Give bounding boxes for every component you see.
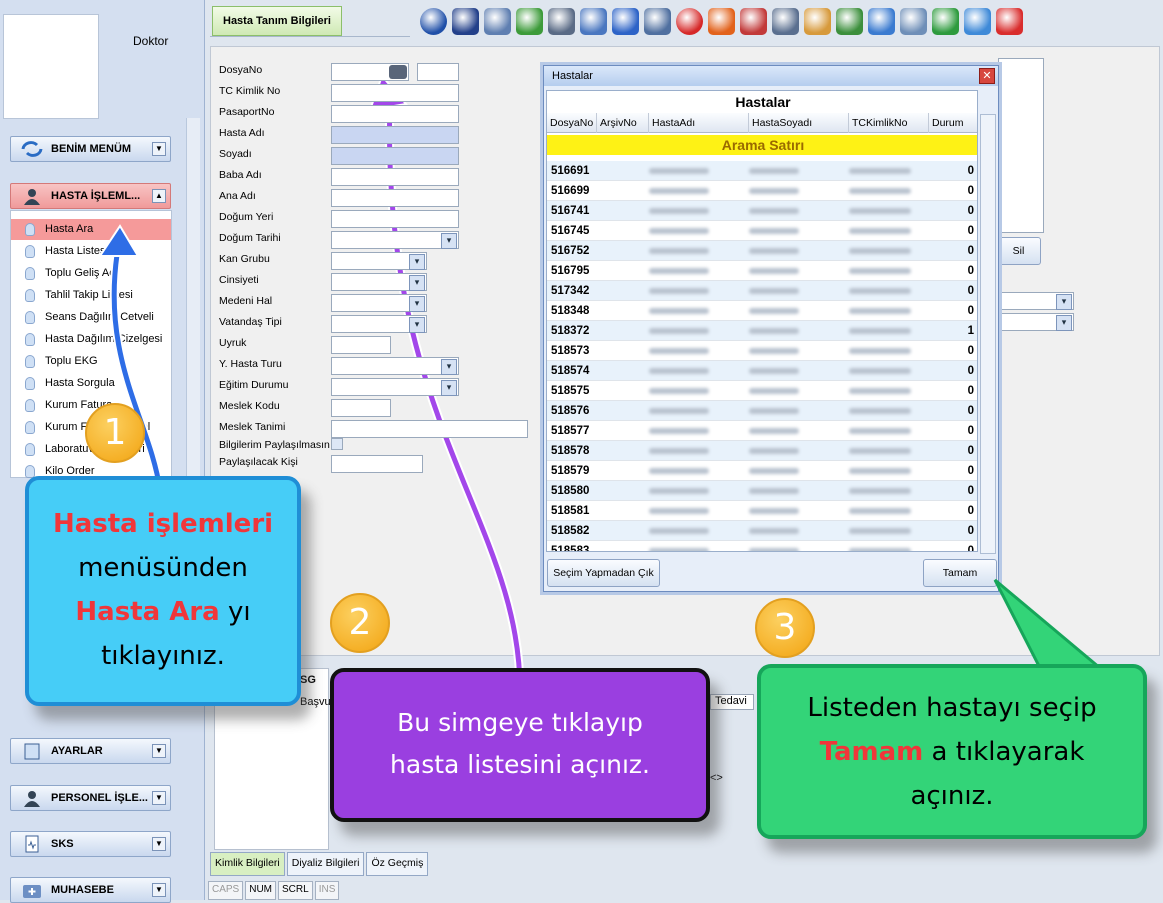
form-field[interactable] <box>331 189 459 207</box>
form-label: Eğitim Durumu <box>219 379 289 391</box>
form-label: Y. Hasta Turu <box>219 358 282 370</box>
callout1-line2: menüsünden <box>78 553 248 583</box>
patient-list-icon[interactable] <box>389 65 407 79</box>
callout3-line3: açınız. <box>910 781 994 811</box>
callout1-red1: Hasta işlemleri <box>52 509 274 539</box>
callout2-line2: hasta listesini açınız. <box>390 750 650 779</box>
form-field[interactable] <box>331 168 459 186</box>
callout-step-1: Hasta işlemleri menüsünden Hasta Ara yı … <box>25 476 301 706</box>
dosyano-extra-field[interactable] <box>417 63 459 81</box>
form-field[interactable] <box>331 231 459 249</box>
form-field[interactable] <box>331 105 459 123</box>
form-label: Meslek Tanimi <box>219 421 286 433</box>
form-field[interactable] <box>331 210 459 228</box>
form-label: Baba Adı <box>219 169 262 181</box>
form-label: Bilgilerim Paylaşılmasın <box>219 439 330 451</box>
form-label: Cinsiyeti <box>219 274 259 286</box>
step-badge-3: 3 <box>755 598 815 658</box>
callout1-suffix: yı <box>219 597 251 627</box>
form-field[interactable] <box>331 399 391 417</box>
callout1-red2: Hasta Ara <box>75 597 220 627</box>
form-label: Medeni Hal <box>219 295 273 307</box>
form-label: DosyaNo <box>219 64 263 76</box>
form-field[interactable] <box>331 294 427 312</box>
form-field[interactable] <box>331 336 391 354</box>
form-field[interactable] <box>331 420 528 438</box>
callout-step-3: Listeden hastayı seçip Tamam a tıklayara… <box>757 664 1147 839</box>
form-label: Vatandaş Tipi <box>219 316 282 328</box>
form-field[interactable] <box>331 357 459 375</box>
form-label: Kan Grubu <box>219 253 270 265</box>
callout3-line2: a tıklayarak <box>923 737 1085 767</box>
form-field[interactable] <box>331 252 427 270</box>
form-label: Soyadı <box>219 148 252 160</box>
form-label: Doğum Yeri <box>219 211 274 223</box>
callout2-line1: Bu simgeye tıklayıp <box>397 708 643 737</box>
form-field[interactable] <box>331 378 459 396</box>
form-label: TC Kimlik No <box>219 85 281 97</box>
share-checkbox[interactable] <box>331 438 343 450</box>
form-field[interactable] <box>331 84 459 102</box>
form-field[interactable] <box>331 273 427 291</box>
callout1-line4: tıklayınız. <box>101 641 225 671</box>
form-field[interactable] <box>331 455 423 473</box>
form-label: PasaportNo <box>219 106 275 118</box>
form-label: Ana Adı <box>219 190 256 202</box>
form-label: Paylaşılacak Kişi <box>219 456 298 468</box>
form-label: Hasta Adı <box>219 127 265 139</box>
callout3-line1: Listeden hastayı seçip <box>807 693 1097 723</box>
step-badge-1: 1 <box>85 403 145 463</box>
step-badge-2: 2 <box>330 593 390 653</box>
form-label: Meslek Kodu <box>219 400 280 412</box>
form-label: Uyruk <box>219 337 247 349</box>
form-label: Doğum Tarihi <box>219 232 281 244</box>
callout3-red: Tamam <box>819 737 924 767</box>
form-field[interactable] <box>331 315 427 333</box>
form-field[interactable] <box>331 126 459 144</box>
form-field[interactable] <box>331 147 459 165</box>
callout-step-2: Bu simgeye tıklayıp hasta listesini açın… <box>330 668 710 822</box>
